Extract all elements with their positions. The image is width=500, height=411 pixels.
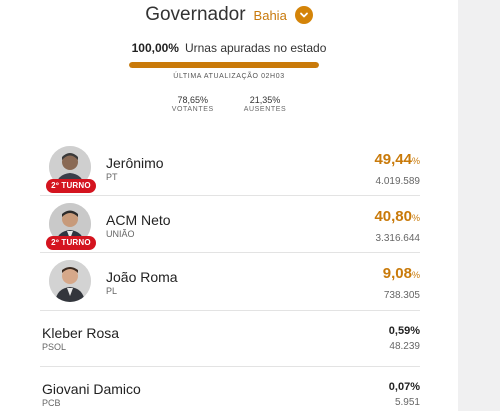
apuradas-percent: 100,00% <box>131 41 179 55</box>
percent-sign: % <box>411 156 420 166</box>
candidate-votes: 5.951 <box>394 397 420 408</box>
candidate-percent: 0,59% <box>389 325 420 337</box>
page-title: Governador <box>145 4 246 25</box>
candidate-party: PT <box>106 172 118 182</box>
candidate-percent: 9,08% <box>383 265 420 282</box>
candidate-row: 2º TURNO Jerônimo PT 49,44% 4.019.589 <box>40 146 420 196</box>
candidate-name: ACM Neto <box>106 212 171 228</box>
candidate-row: 2º TURNO ACM Neto UNIÃO 40,80% 3.316.644 <box>40 203 420 253</box>
candidate-name: Giovani Damico <box>42 381 141 397</box>
ausentes-value: 21,35% <box>249 95 281 105</box>
candidate-percent: 0,07% <box>389 381 420 393</box>
candidate-votes: 48.239 <box>389 341 420 352</box>
second-round-badge: 2º TURNO <box>46 179 96 193</box>
candidate-party: UNIÃO <box>106 229 135 239</box>
candidate-percent-value: 0,59 <box>388 325 411 337</box>
candidate-name: Kleber Rosa <box>42 325 120 341</box>
state-selector-label[interactable]: Bahia <box>254 8 287 23</box>
candidate-party: PCB <box>42 398 61 408</box>
ausentes-label: AUSENTES <box>243 106 287 113</box>
page-gutter <box>458 0 500 411</box>
candidate-percent: 49,44% <box>374 151 420 168</box>
apuradas-line: 100,00% Urnas apuradas no estado <box>0 41 458 55</box>
candidate-percent-value: 49,44 <box>374 151 412 168</box>
candidate-name: Jerônimo <box>106 155 164 171</box>
percent-sign: % <box>410 325 420 337</box>
candidate-votes: 3.316.644 <box>375 233 421 244</box>
apuradas-label: Urnas apuradas no estado <box>184 41 327 55</box>
turnout-stats: 78,65% VOTANTES 21,35% AUSENTES <box>0 95 458 113</box>
candidate-votes: 738.305 <box>383 290 420 301</box>
candidate-percent-value: 0,07 <box>388 381 411 393</box>
percent-sign: % <box>411 270 420 280</box>
candidate-party: PL <box>106 286 118 296</box>
candidate-percent-value: 9,08 <box>382 265 412 282</box>
chevron-down-icon[interactable] <box>294 6 313 24</box>
candidate-name: João Roma <box>106 269 178 285</box>
candidate-percent: 40,80% <box>374 208 420 225</box>
apuradas-progress-fill <box>129 62 319 68</box>
percent-sign: % <box>410 381 420 393</box>
votantes-value: 78,65% <box>177 95 208 105</box>
votantes-stat: 78,65% VOTANTES <box>172 95 214 113</box>
results-header: Governador Bahia <box>0 4 458 26</box>
percent-sign: % <box>411 213 420 223</box>
candidate-party: PSOL <box>42 342 67 352</box>
candidate-votes: 4.019.589 <box>375 176 421 187</box>
ausentes-stat: 21,35% AUSENTES <box>244 95 287 113</box>
results-panel: Governador Bahia 100,00% Urnas apuradas … <box>0 0 458 411</box>
candidate-row: Kleber Rosa PSOL 0,59% 48.239 <box>40 318 420 367</box>
last-updated: ÚLTIMA ATUALIZAÇÃO 02H03 <box>173 73 285 80</box>
apuradas-progress-bar <box>129 62 319 68</box>
candidate-photo <box>49 260 91 302</box>
candidate-row: João Roma PL 9,08% 738.305 <box>40 260 420 311</box>
candidate-row: Giovani Damico PCB 0,07% 5.951 <box>40 374 420 411</box>
votantes-label: VOTANTES <box>171 106 214 113</box>
candidate-percent-value: 40,80 <box>374 208 412 225</box>
second-round-badge: 2º TURNO <box>46 236 96 250</box>
